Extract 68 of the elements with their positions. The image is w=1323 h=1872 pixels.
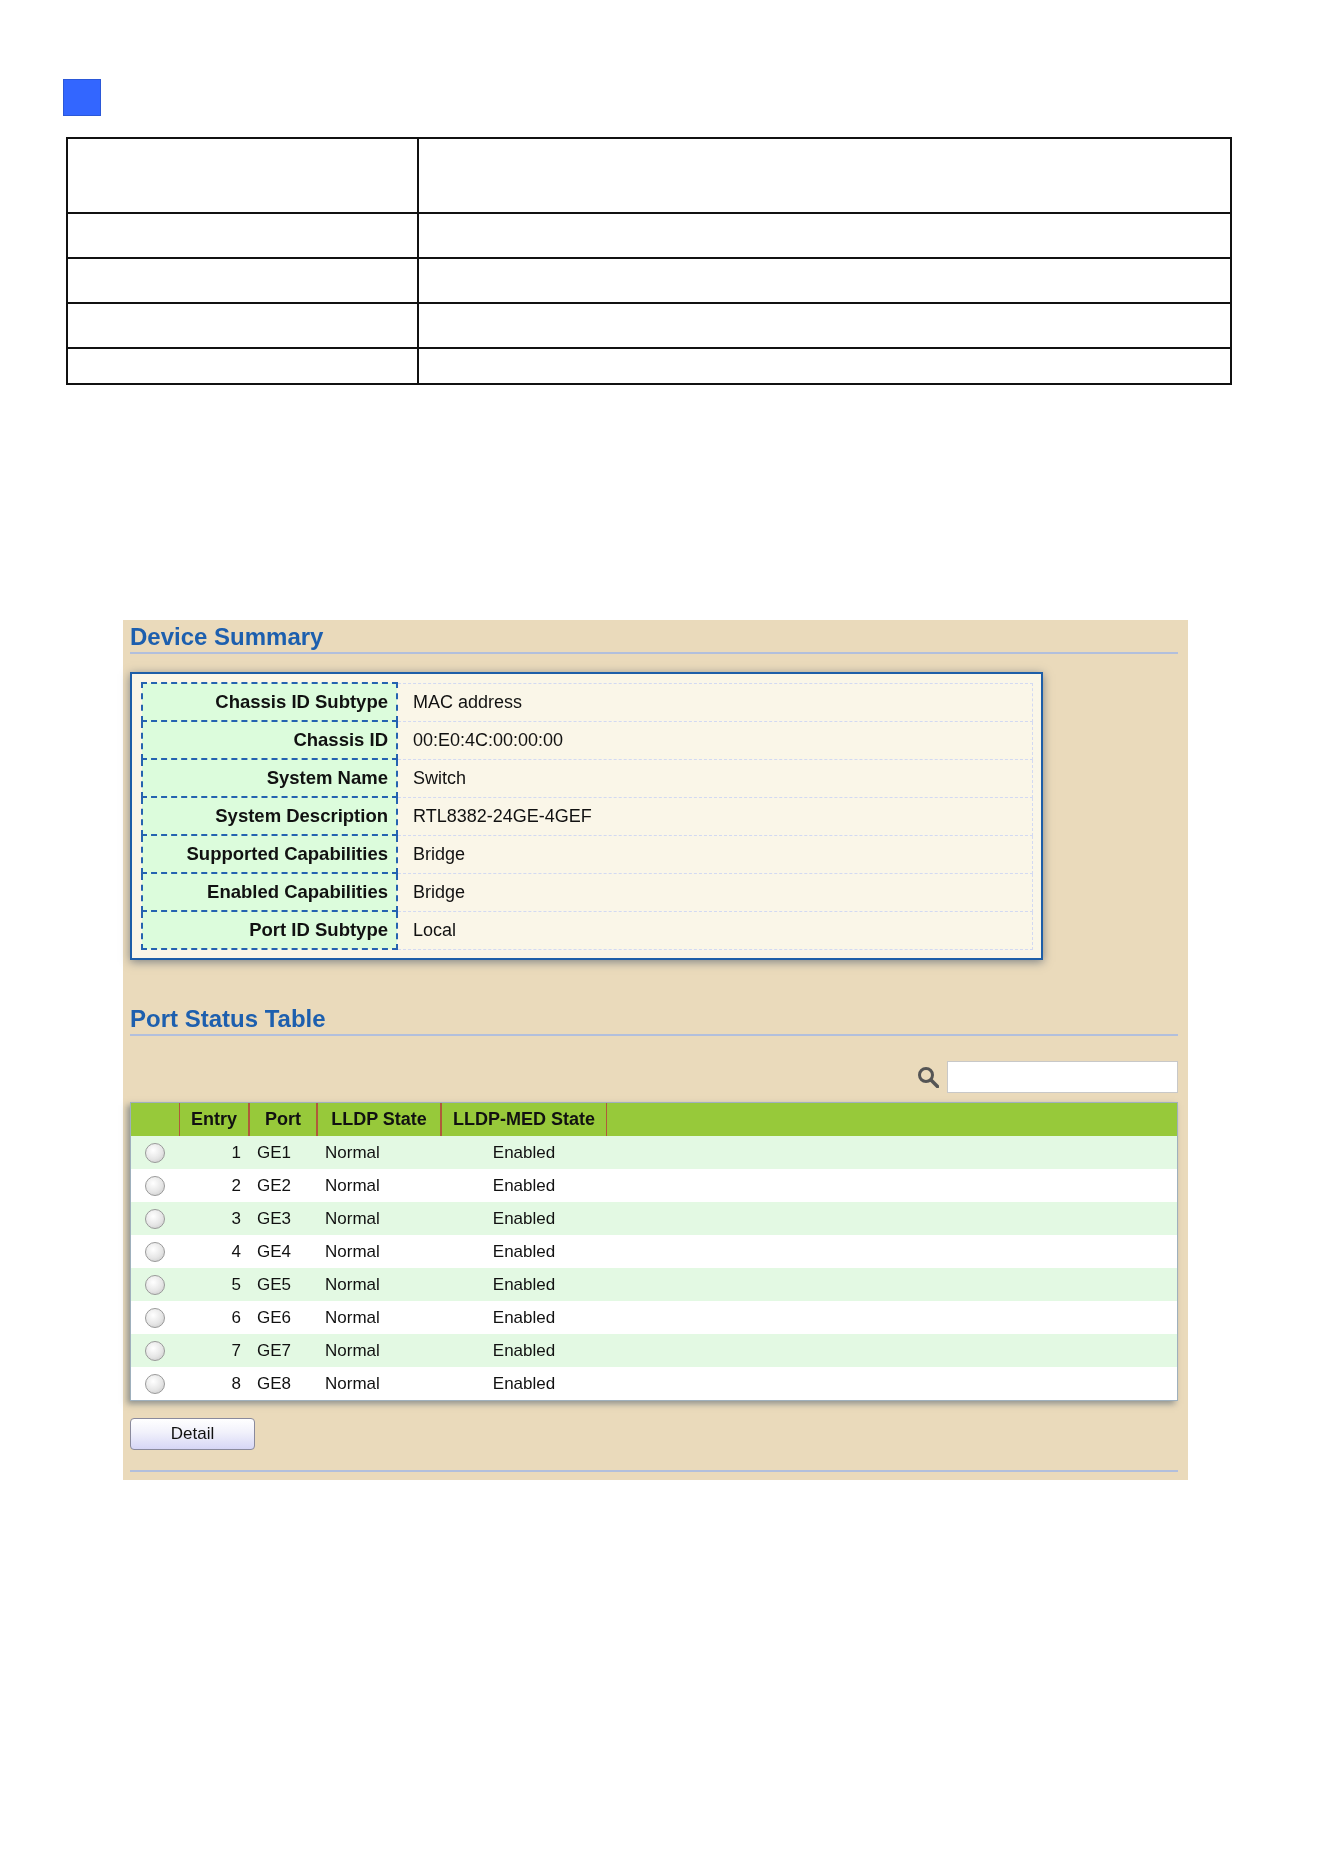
table-cell-text: 2 <box>230 1175 242 1197</box>
table-row[interactable]: 1 GE1 Normal Enabled <box>131 1136 1177 1169</box>
table-cell-text: 4 <box>230 1241 242 1263</box>
field-value: Bridge <box>397 873 1033 911</box>
table-cell-text: GE5 <box>256 1274 293 1296</box>
field-label: Port ID Subtype <box>142 911 397 949</box>
table-cell-text: Enabled <box>491 1208 557 1230</box>
table-cell-text: Enabled <box>491 1274 557 1296</box>
table-cell-text: Normal <box>324 1241 381 1263</box>
field-label: Chassis ID <box>142 721 397 759</box>
table-cell-text: Enabled <box>491 1175 557 1197</box>
table-cell-text: GE6 <box>256 1307 293 1329</box>
field-value: RTL8382-24GE-4GEF <box>397 797 1033 835</box>
table-row[interactable]: 8 GE8 Normal Enabled <box>131 1367 1177 1400</box>
table-cell-text: GE2 <box>256 1175 293 1197</box>
radio-button[interactable] <box>145 1208 165 1229</box>
field-label: System Description <box>142 797 397 835</box>
field-label: System Name <box>142 759 397 797</box>
table-row[interactable]: 5 GE5 Normal Enabled <box>131 1268 1177 1301</box>
table-cell-text: Normal <box>324 1307 381 1329</box>
table-cell-text: 5 <box>230 1274 242 1296</box>
table-cell-text: Normal <box>324 1340 381 1362</box>
radio-button[interactable] <box>145 1142 165 1163</box>
square-icon <box>63 79 101 116</box>
table-cell-text: Enabled <box>491 1241 557 1263</box>
radio-button[interactable] <box>145 1373 165 1394</box>
table-cell-text: 7 <box>230 1340 242 1362</box>
table-row[interactable]: 4 GE4 Normal Enabled <box>131 1235 1177 1268</box>
table-cell-text: GE3 <box>256 1208 293 1230</box>
table-cell-text: Enabled <box>491 1340 557 1362</box>
table-cell-text: 8 <box>230 1373 242 1395</box>
table-cell-text: 1 <box>230 1142 242 1164</box>
detail-button[interactable]: Detail <box>130 1418 255 1450</box>
radio-button[interactable] <box>145 1274 165 1295</box>
table-cell-text: Normal <box>324 1175 381 1197</box>
table-cell-text: Enabled <box>491 1373 557 1395</box>
table-cell-text: Normal <box>324 1142 381 1164</box>
field-label: Enabled Capabilities <box>142 873 397 911</box>
radio-button[interactable] <box>145 1175 165 1196</box>
search-icon <box>917 1066 939 1088</box>
table-row[interactable]: 3 GE3 Normal Enabled <box>131 1202 1177 1235</box>
field-value: 00:E0:4C:00:00:00 <box>397 721 1033 759</box>
table-cell-text: 3 <box>230 1208 242 1230</box>
radio-button[interactable] <box>145 1307 165 1328</box>
table-cell-text: Enabled <box>491 1142 557 1164</box>
search-field[interactable] <box>947 1061 1178 1093</box>
table-cell-text: Normal <box>324 1208 381 1230</box>
table-cell-text: Normal <box>324 1274 381 1296</box>
table-cell-text: GE1 <box>256 1142 293 1164</box>
section-heading: Port Status Table <box>130 1005 326 1033</box>
radio-button[interactable] <box>145 1241 165 1262</box>
field-value: Bridge <box>397 835 1033 873</box>
table-cell-text: Enabled <box>491 1307 557 1329</box>
table-cell-text: Normal <box>324 1373 381 1395</box>
field-label: Supported Capabilities <box>142 835 397 873</box>
table-cell-text: GE4 <box>256 1241 293 1263</box>
field-value: Switch <box>397 759 1033 797</box>
table-row[interactable]: 7 GE7 Normal Enabled <box>131 1334 1177 1367</box>
table-cell-text: GE8 <box>256 1373 293 1395</box>
field-label: Chassis ID Subtype <box>142 683 397 721</box>
field-value: MAC address <box>397 683 1033 721</box>
section-heading: Device Summary <box>130 623 324 651</box>
table-row[interactable]: 2 GE2 Normal Enabled <box>131 1169 1177 1202</box>
field-value: Local <box>397 911 1033 949</box>
table-cell-text: GE7 <box>256 1340 293 1362</box>
table-row[interactable]: 6 GE6 Normal Enabled <box>131 1301 1177 1334</box>
radio-button[interactable] <box>145 1340 165 1361</box>
table-cell-text: 6 <box>230 1307 242 1329</box>
